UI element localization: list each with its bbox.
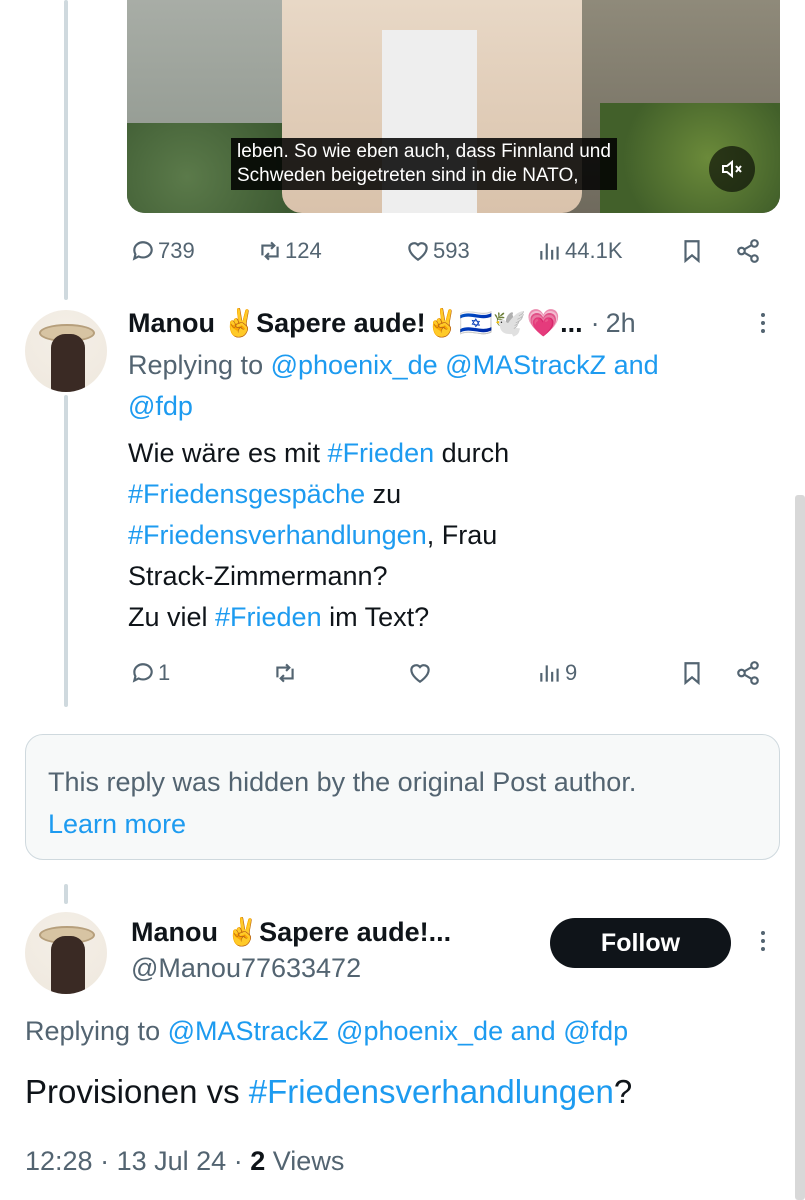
share-button[interactable] [735,238,761,264]
views-button[interactable]: 9 [537,660,577,686]
views-icon [540,665,559,682]
body-text: Wie wäre es mit [128,438,328,468]
replying-prefix: Replying to [25,1016,161,1046]
like-count: 593 [433,238,470,263]
thread-line [64,395,68,707]
hashtag-link[interactable]: #Friedensverhandlungen [128,520,427,550]
bookmark-icon [684,662,700,686]
body-text: Provisionen vs [25,1073,249,1110]
views-label: Views [272,1146,345,1176]
post-action-bar: 739 124 593 44.1K [127,236,767,266]
reply-icon [132,663,153,683]
thread-line [64,884,68,904]
post-time[interactable]: 2h [606,308,636,339]
mention-link[interactable]: @MAStrackZ [445,350,606,380]
like-button[interactable] [407,660,433,686]
views-count: 2 [250,1146,266,1176]
post-date[interactable]: 13 Jul 24 [117,1146,227,1176]
mention-link[interactable]: @phoenix_de [271,350,438,380]
body-text: Strack-Zimmermann? [128,561,388,591]
views-icon [540,243,559,260]
reply1-action-bar: 1 9 [127,658,767,688]
share-icon [737,661,759,685]
repost-count: 124 [285,238,322,263]
views-count: 44.1K [565,238,623,263]
mention-link[interactable]: @fdp [563,1016,628,1046]
reply-count: 1 [158,660,171,685]
thread-line [64,0,68,300]
replying-to: Replying to @phoenix_de @MAStrackZ and @… [128,345,748,427]
bookmark-button[interactable] [679,660,705,686]
share-button[interactable] [735,660,761,686]
replying-to: Replying to @MAStrackZ @phoenix_de and @… [25,1011,765,1052]
heart-icon [410,664,430,683]
body-text: durch [434,438,510,468]
repost-button[interactable]: 124 [257,238,322,264]
scrollbar[interactable] [795,495,805,1200]
like-button[interactable]: 593 [405,238,470,264]
follow-button[interactable]: Follow [550,918,731,968]
post-meta: 12:28 · 13 Jul 24 · 2 Views [25,1141,344,1182]
post-time[interactable]: 12:28 [25,1146,93,1176]
mention-link[interactable]: @fdp [128,391,193,421]
display-name[interactable]: Manou ✌️Sapere aude!✌️🇮🇱🕊️💗... [128,307,583,339]
separator: · [100,1146,110,1176]
hidden-reply-notice: This reply was hidden by the original Po… [25,734,780,860]
views-button[interactable]: 44.1K [537,238,623,264]
share-icon [737,239,759,263]
reply-icon [132,241,153,261]
reply1-body: Wie wäre es mit #Frieden durch #Friedens… [128,433,748,638]
more-options-icon[interactable] [761,313,767,333]
more-options-icon[interactable] [761,931,767,951]
replying-prefix: Replying to [128,350,264,380]
repost-icon [261,241,279,261]
display-name[interactable]: Manou ✌️Sapere aude!... [131,916,451,948]
video-player[interactable]: leben. So wie eben auch, dass Finnland u… [127,0,780,213]
reply-button[interactable]: 1 [130,660,170,686]
bookmark-button[interactable] [679,238,705,264]
hashtag-link[interactable]: #Frieden [215,602,322,632]
repost-icon [276,663,294,683]
bookmark-icon [684,240,700,264]
repost-button[interactable] [272,660,298,686]
body-text: zu [365,479,402,509]
avatar[interactable] [25,912,107,994]
avatar-hair [51,334,85,392]
mute-button[interactable] [709,146,755,192]
video-background [600,103,780,213]
body-text: im Text? [321,602,430,632]
reply-button[interactable]: 739 [130,238,195,264]
separator: · [233,1146,243,1176]
user-handle[interactable]: @Manou77633472 [131,948,361,989]
body-text: Zu viel [128,602,216,632]
hashtag-link[interactable]: #Friedensgespäche [128,479,365,509]
subtitle-line: Schweden beigetreten sind in die NATO, [237,165,579,186]
reply1-header: Manou ✌️Sapere aude!✌️🇮🇱🕊️💗... · 2h [128,307,636,339]
reply2-header: Manou ✌️Sapere aude!... [131,916,451,948]
separator: · [590,307,600,338]
speaker-muted-icon [722,159,742,179]
body-text: ? [613,1073,633,1110]
reply-count: 739 [158,238,195,263]
learn-more-link[interactable]: Learn more [48,803,757,845]
mention-link[interactable]: @phoenix_de [336,1016,503,1046]
avatar-hair [51,936,85,994]
body-text: , Frau [426,520,498,550]
views-count: 9 [565,660,578,685]
subtitle-line: leben. So wie eben auch, dass Finnland u… [237,141,611,162]
and-word: and [613,350,659,380]
hashtag-link[interactable]: #Frieden [328,438,435,468]
and-word: and [510,1016,556,1046]
heart-icon [408,242,428,261]
video-subtitle: leben. So wie eben auch, dass Finnland u… [231,138,617,190]
mention-link[interactable]: @MAStrackZ [168,1016,329,1046]
reply2-body: Provisionen vs #Friedensverhandlungen? [25,1068,785,1116]
avatar[interactable] [25,310,107,392]
hashtag-link[interactable]: #Friedensverhandlungen [249,1073,614,1110]
hidden-reply-text: This reply was hidden by the original Po… [48,767,637,797]
